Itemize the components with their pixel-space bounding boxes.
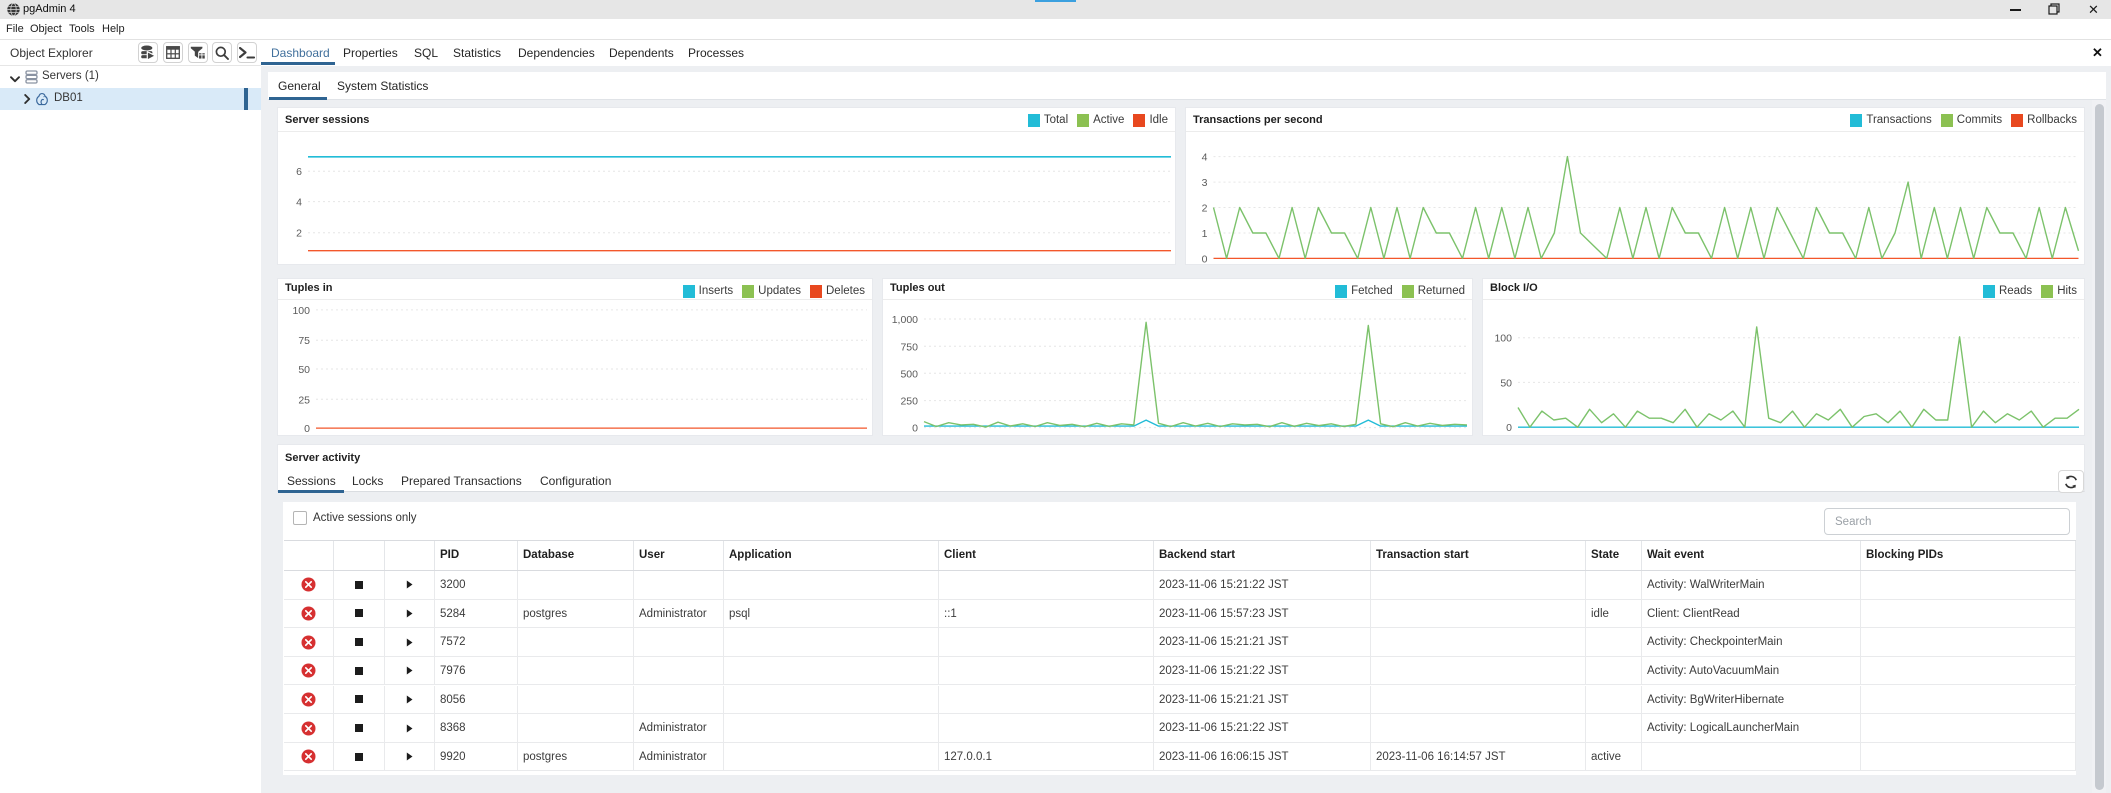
svg-text:1,000: 1,000 (892, 314, 918, 326)
svg-text:50: 50 (1500, 377, 1512, 389)
svg-text:2: 2 (296, 228, 302, 240)
svg-text:25: 25 (298, 394, 310, 406)
svg-text:0: 0 (1506, 422, 1512, 434)
svg-text:0: 0 (304, 423, 310, 435)
svg-text:250: 250 (900, 396, 918, 408)
svg-text:100: 100 (1494, 333, 1512, 345)
svg-text:750: 750 (900, 341, 918, 353)
svg-text:75: 75 (298, 335, 310, 347)
svg-text:3: 3 (1202, 177, 1208, 189)
svg-text:4: 4 (296, 197, 302, 209)
svg-text:500: 500 (900, 368, 918, 380)
svg-text:0: 0 (1202, 253, 1208, 264)
svg-text:2: 2 (1202, 203, 1208, 215)
svg-text:1: 1 (1202, 228, 1208, 240)
svg-text:0: 0 (912, 423, 918, 435)
svg-text:4: 4 (1202, 152, 1208, 164)
svg-text:6: 6 (296, 166, 302, 178)
svg-text:50: 50 (298, 364, 310, 376)
svg-text:100: 100 (292, 305, 310, 317)
